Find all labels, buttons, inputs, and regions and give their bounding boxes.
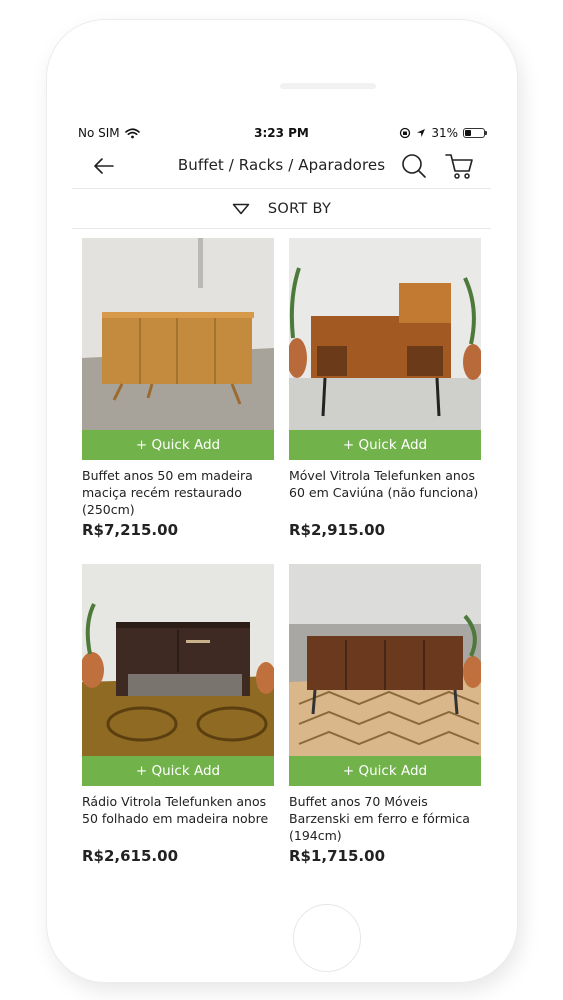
quick-add-button[interactable]: + Quick Add	[289, 756, 481, 786]
product-image[interactable]	[289, 238, 481, 430]
search-icon	[402, 154, 426, 178]
phone-speaker	[280, 83, 376, 89]
product-name[interactable]: Móvel Vitrola Telefunken anos 60 em Cavi…	[289, 467, 481, 519]
search-button[interactable]	[400, 152, 428, 180]
quick-add-button[interactable]: + Quick Add	[82, 430, 274, 460]
status-bar: No SIM 3:23 PM 31%	[72, 122, 491, 144]
cart-button[interactable]	[444, 152, 474, 180]
battery-percent: 31%	[431, 126, 458, 140]
product-price: R$1,715.00	[289, 847, 386, 865]
product-name[interactable]: Buffet anos 50 em madeira maciça recém r…	[82, 467, 274, 519]
cart-icon	[445, 154, 473, 179]
quick-add-button[interactable]: + Quick Add	[289, 430, 481, 460]
home-button[interactable]	[293, 904, 361, 972]
app-screen: No SIM 3:23 PM 31% Buffet / Racks / Apar…	[72, 122, 491, 866]
battery-icon	[463, 128, 487, 138]
product-image[interactable]	[82, 564, 274, 756]
status-right: 31%	[399, 126, 487, 140]
orientation-lock-icon	[400, 127, 411, 139]
product-card[interactable]: + Quick Add Buffet anos 50 em madeira ma…	[82, 238, 274, 539]
page-title: Buffet / Racks / Aparadores	[177, 156, 386, 174]
quick-add-button[interactable]: + Quick Add	[82, 756, 274, 786]
product-image[interactable]	[82, 238, 274, 430]
product-price: R$7,215.00	[82, 521, 179, 539]
battery-level	[465, 130, 471, 136]
product-name[interactable]: Rádio Vitrola Telefunken anos 50 folhado…	[82, 793, 274, 845]
product-price: R$2,615.00	[82, 847, 179, 865]
product-card[interactable]: + Quick Add Buffet anos 70 Móveis Barzen…	[289, 564, 481, 865]
sort-label: SORT BY	[267, 200, 332, 217]
triangle-down-icon	[232, 203, 250, 214]
product-price: R$2,915.00	[289, 521, 386, 539]
product-name[interactable]: Buffet anos 70 Móveis Barzenski em ferro…	[289, 793, 481, 845]
product-card[interactable]: + Quick Add Móvel Vitrola Telefunken ano…	[289, 238, 481, 539]
sort-button[interactable]: SORT BY	[72, 189, 491, 229]
product-card[interactable]: + Quick Add Rádio Vitrola Telefunken ano…	[82, 564, 274, 865]
navigation-bar: Buffet / Racks / Aparadores	[72, 144, 491, 189]
location-arrow-icon	[417, 129, 426, 137]
product-image[interactable]	[289, 564, 481, 756]
